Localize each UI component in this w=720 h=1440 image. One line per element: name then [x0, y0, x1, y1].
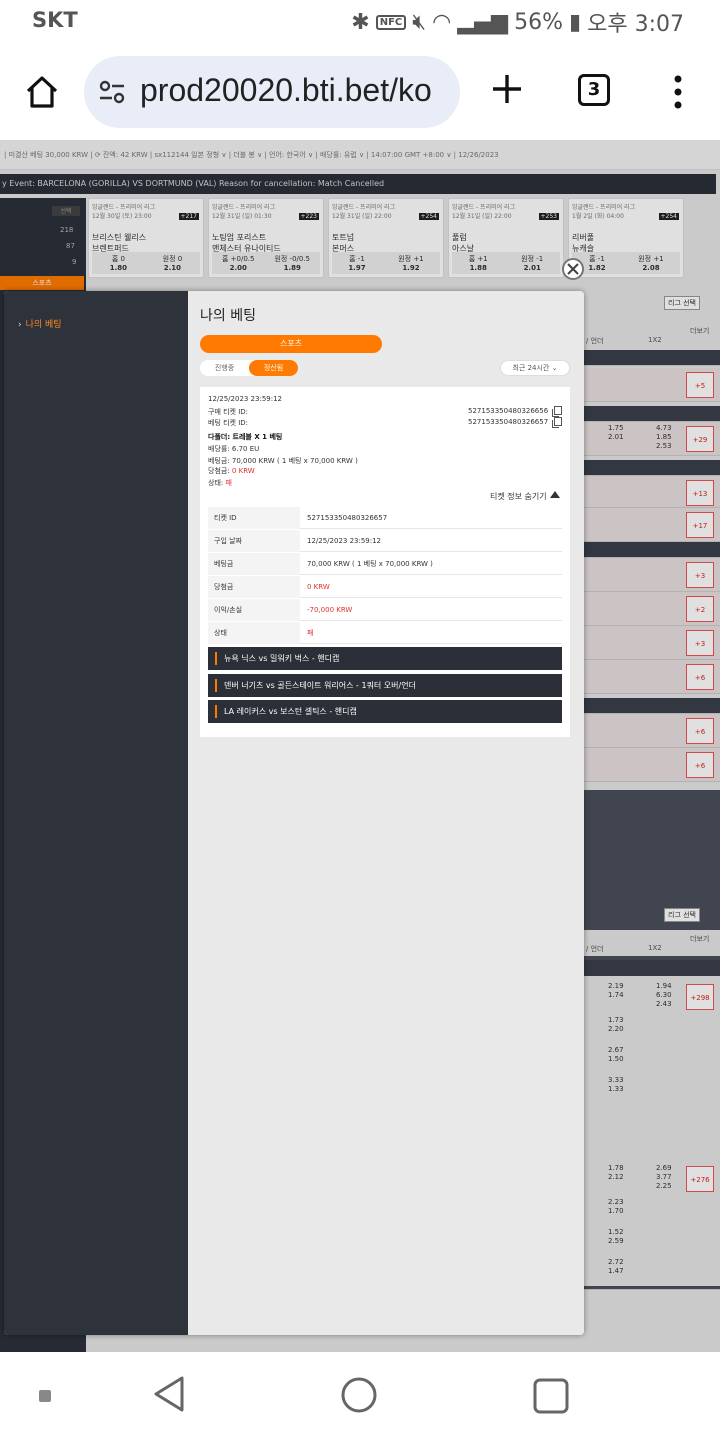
url-text: prod20020.bti.bet/ko: [140, 72, 432, 108]
close-modal-button[interactable]: [562, 258, 584, 280]
bet-ticket: 12/25/2023 23:59:12 구매 티켓 ID: 5271533504…: [200, 387, 570, 737]
table-row: 당첨금 0 KRW: [208, 576, 562, 598]
wifi-icon: ◠: [432, 9, 452, 35]
purchase-ticket-id: 527153350480326656: [468, 407, 549, 415]
status-bar: SKT ✱ NFC 🔇︎ ◠ ▂▄▆ 56% ▮ 오후 3:07: [0, 0, 720, 44]
bet-status-toggle: 진행중 정산됨: [200, 360, 298, 376]
home-nav-icon[interactable]: [340, 1376, 378, 1414]
bet-leg-2[interactable]: 덴버 너기츠 vs 골든스테이트 워리어스 - 1쿼터 오버/언더: [208, 674, 562, 697]
recents-icon[interactable]: [532, 1377, 570, 1415]
bet-ticket-id: 527153350480326657: [468, 418, 549, 426]
caret-up-icon: [549, 491, 560, 498]
signal-icon: ▂▄▆: [457, 9, 509, 35]
carrier-name: SKT: [32, 8, 78, 32]
system-nav-bar: [0, 1352, 720, 1440]
modal-content: 나의 베팅 스포츠 진행중 정산됨 최근 24시간 ⌄ 12/25/2023 2…: [188, 291, 584, 1335]
chevron-right-icon: ›: [18, 320, 22, 330]
tab-switcher-button[interactable]: 3: [578, 74, 610, 106]
tab-settled-bets[interactable]: 정산됨: [249, 360, 298, 376]
browser-toolbar: prod20020.bti.bet/ko 3: [0, 44, 720, 140]
sidebar-item-label: 나의 베팅: [25, 320, 62, 330]
home-icon[interactable]: [24, 74, 60, 110]
close-icon: [567, 263, 579, 275]
period-select-label: 최근 24시간: [512, 364, 550, 372]
site-settings-icon[interactable]: [98, 78, 126, 106]
copy-icon[interactable]: [552, 417, 562, 428]
bet-leg-1[interactable]: 뉴욕 닉스 vs 밀워키 벅스 - 핸디캡: [208, 647, 562, 670]
bet-leg-3[interactable]: LA 레이커스 vs 보스턴 셀틱스 - 핸디캡: [208, 700, 562, 723]
tab-sports[interactable]: 스포츠: [200, 335, 382, 353]
bet-type: 다폴더: 트레블 X 1 베팅: [208, 433, 283, 441]
clock: 오후 3:07: [587, 12, 684, 37]
period-select[interactable]: 최근 24시간 ⌄: [500, 360, 570, 376]
tab-open-bets[interactable]: 진행중: [200, 360, 249, 376]
chevron-down-icon: ⌄: [551, 364, 558, 372]
bet-odds: 배당률: 6.70 EU: [208, 445, 260, 453]
table-row: 구입 날짜 12/25/2023 23:59:12: [208, 530, 562, 552]
hide-ticket-info-label: 티켓 정보 숨기기: [490, 492, 547, 501]
sidebar-item-my-bets[interactable]: › 나의 베팅: [18, 317, 62, 330]
back-icon[interactable]: [150, 1374, 186, 1414]
copy-icon[interactable]: [552, 406, 562, 417]
battery-level: 56%: [514, 9, 563, 35]
table-row: 상태 패: [208, 622, 562, 644]
table-row: 베팅금 70,000 KRW ( 1 베팅 x 70,000 KRW ): [208, 553, 562, 575]
table-row: 이익/손실 -70,000 KRW: [208, 599, 562, 621]
page-title: 나의 베팅: [200, 308, 256, 324]
bluetooth-icon: ✱: [351, 9, 370, 35]
nav-menu-icon[interactable]: [39, 1390, 51, 1402]
new-tab-icon[interactable]: [490, 72, 524, 106]
modal-sidebar: › 나의 베팅: [4, 291, 188, 1335]
mute-icon: 🔇︎: [412, 9, 427, 35]
nfc-icon: NFC: [375, 14, 407, 30]
status-icons: ✱ NFC 🔇︎ ◠ ▂▄▆ 56% ▮ 오후 3:07: [351, 6, 684, 38]
address-bar[interactable]: prod20020.bti.bet/ko: [84, 56, 460, 128]
bet-payout: 당첨금: 0 KRW: [208, 467, 255, 475]
ticket-datetime: 12/25/2023 23:59:12: [208, 395, 283, 403]
table-row: 티켓 ID 527153350480326657: [208, 507, 562, 529]
bet-stake: 베팅금: 70,000 KRW ( 1 베팅 x 70,000 KRW ): [208, 457, 358, 465]
battery-icon: ▮: [569, 9, 582, 35]
purchase-ticket-label: 구매 티켓 ID:: [208, 408, 249, 416]
bet-status: 상태: 패: [208, 479, 232, 487]
my-bets-modal: › 나의 베팅 나의 베팅 스포츠 진행중 정산됨 최근 24시간 ⌄ 12/25…: [4, 291, 584, 1335]
bet-ticket-label: 베팅 티켓 ID:: [208, 419, 249, 427]
hide-ticket-info-toggle[interactable]: 티켓 정보 숨기기: [490, 491, 560, 502]
more-menu-icon[interactable]: [672, 74, 684, 110]
